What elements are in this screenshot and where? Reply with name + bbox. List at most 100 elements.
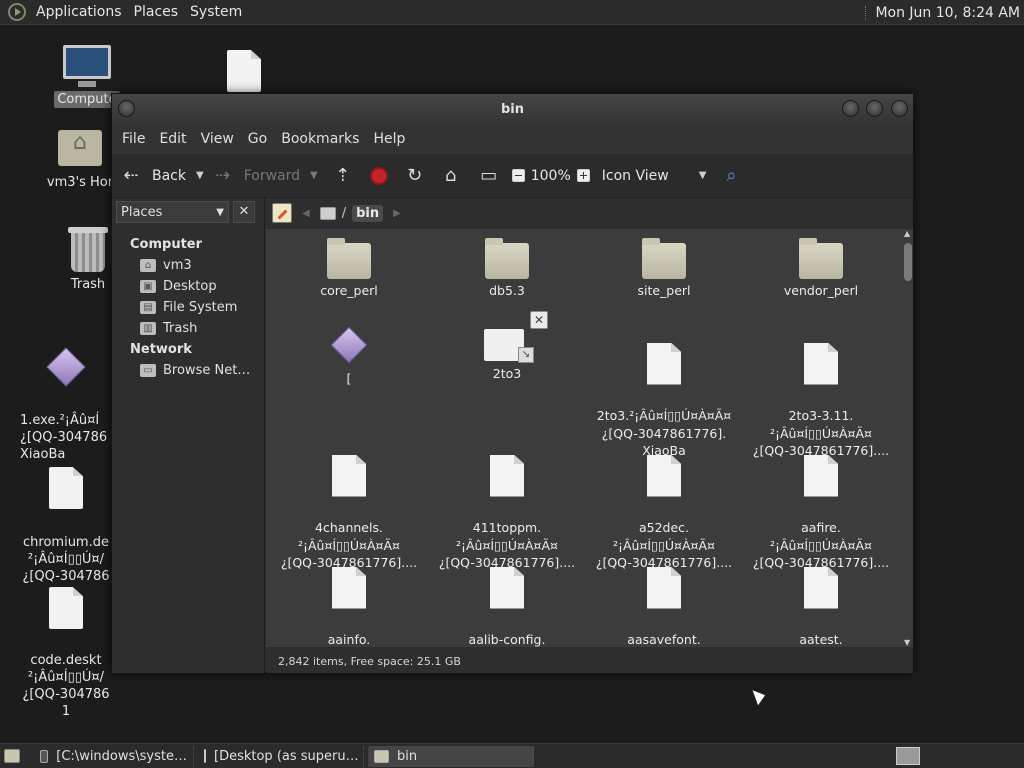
taskbar-item-terminal[interactable]: [C:\windows\syste… — [34, 745, 194, 767]
sidebar-item-desktop[interactable]: ▣ Desktop — [112, 276, 264, 297]
zoom-in-button[interactable] — [571, 154, 596, 197]
home-folder-icon: ⌂ — [140, 259, 156, 272]
taskbar-item-bin[interactable]: bin — [368, 745, 534, 767]
file-item[interactable]: core_perl — [274, 235, 424, 300]
stop-button[interactable] — [354, 154, 398, 197]
file-item[interactable]: [ — [274, 325, 424, 388]
desktop-icon-home[interactable]: vm3's Hor — [46, 130, 114, 191]
vertical-scrollbar[interactable]: ▲ ▼ — [903, 229, 913, 647]
file-icon — [49, 467, 83, 509]
file-item-label: [ — [346, 371, 352, 386]
desktop-icon-code[interactable]: code.deskt ²¡Âû¤Í▯▯Ú¤/ ¿[QQ-304786​1 — [20, 570, 112, 737]
bottom-panel: [C:\windows\syste… [Desktop (as superu… … — [0, 743, 1024, 768]
menu-help[interactable]: Help — [366, 131, 412, 147]
up-button[interactable]: ⇡ — [326, 154, 354, 197]
side-pane: Places ▼ ✕ Computer ⌂ vm3 ▣ Desktop ▤ File … — [112, 198, 265, 673]
side-pane-selector-label: Places — [121, 204, 163, 220]
menu-edit[interactable]: Edit — [152, 131, 193, 147]
applications-menu[interactable]: Applications — [30, 4, 128, 20]
back-button[interactable]: ⇠ Back — [120, 154, 186, 197]
clock[interactable]: Mon Jun 10, 8:24 AM — [865, 0, 1020, 25]
computer-icon: ▭ — [480, 165, 498, 186]
file-icon — [332, 454, 366, 497]
sidebar-item-file-system[interactable]: ▤ File System — [112, 297, 264, 318]
workspace-switcher[interactable] — [896, 747, 920, 765]
sidebar-item-trash[interactable]: ▥ Trash — [112, 318, 264, 339]
file-item-label: aainfo. ²¡Âû¤Í▯▯Ú¤À¤Ã¤ ¿[QQ-3047861776].… — [327, 632, 371, 647]
close-icon: ✕ — [530, 311, 548, 329]
chevron-down-icon: ▼ — [698, 170, 707, 181]
chevron-down-icon: ▼ — [196, 170, 204, 181]
side-pane-header: Places ▼ ✕ — [112, 198, 264, 226]
panel-separator — [865, 5, 867, 20]
back-history-dropdown[interactable]: ▼ — [186, 154, 212, 197]
icon-view[interactable]: core_perl db5.3 site_perl vendor_perl [ … — [266, 229, 913, 647]
file-item[interactable]: db5.3 — [432, 235, 582, 300]
top-menu: Applications Places System — [0, 0, 248, 24]
system-menu[interactable]: System — [184, 4, 248, 20]
close-button[interactable] — [891, 100, 908, 117]
window-titlebar[interactable]: bin — [112, 94, 913, 124]
forward-history-dropdown[interactable]: ▼ — [300, 154, 326, 197]
file-item[interactable]: ✕ ↘ 2to3 — [432, 311, 582, 383]
terminal-icon — [40, 749, 49, 763]
up-arrow-icon: ⇡ — [335, 165, 351, 186]
path-crumb-current[interactable]: bin — [352, 204, 384, 222]
menu-file[interactable]: File — [115, 131, 152, 147]
root-folder-icon[interactable] — [319, 206, 336, 220]
home-icon: ⌂ — [445, 165, 457, 186]
menu-view[interactable]: View — [194, 131, 241, 147]
reload-button[interactable]: ↻ — [398, 154, 426, 197]
file-item[interactable]: aalib-config. ²¡Âû¤Í▯▯Ú¤À¤Ã¤ ¿[QQ-304786… — [432, 549, 582, 647]
toggle-location-entry-button[interactable] — [272, 203, 292, 223]
maximize-button[interactable] — [866, 100, 883, 117]
minimize-button[interactable] — [842, 100, 859, 117]
trash-icon: ▥ — [140, 322, 156, 335]
sidebar-item-label: Desktop — [163, 279, 217, 294]
search-button[interactable]: ⌕ — [714, 154, 742, 197]
file-item[interactable]: aasavefont. ²¡Âû¤Í▯▯Ú¤À¤Ã¤ ¿[QQ-30478617… — [589, 549, 739, 647]
file-item-label: core_perl — [320, 283, 378, 298]
forward-arrow-icon: ⇢ — [215, 165, 231, 186]
folder-icon — [799, 238, 843, 279]
side-pane-close-button[interactable]: ✕ — [233, 201, 255, 223]
desktop-icon-label: code.deskt ²¡Âû¤Í▯▯Ú¤/ ¿[QQ-304786​1 — [22, 653, 110, 719]
places-menu[interactable]: Places — [128, 4, 185, 20]
file-item[interactable]: aatest. ²¡Âû¤Í▯▯Ú¤À¤Ã¤ ¿[QQ-3047861776].… — [746, 549, 896, 647]
computer-button[interactable]: ▭ — [462, 154, 500, 197]
menu-bookmarks[interactable]: Bookmarks — [274, 131, 366, 147]
side-pane-selector[interactable]: Places ▼ — [116, 201, 229, 223]
distro-logo-icon[interactable] — [8, 3, 26, 21]
desktop-icon-file[interactable] — [226, 50, 262, 92]
file-item-label: 2to3 — [492, 366, 522, 381]
file-item[interactable]: site_perl — [589, 235, 739, 300]
sidebar-item-browse-network[interactable]: ▭ Browse Net… — [112, 360, 264, 381]
scroll-down-icon[interactable]: ▼ — [904, 638, 910, 647]
menu-go[interactable]: Go — [241, 131, 274, 147]
reload-icon: ↻ — [407, 165, 423, 186]
taskbar-item-label: bin — [397, 748, 418, 764]
forward-button[interactable]: ⇢ Forward — [212, 154, 300, 197]
folder-icon — [327, 238, 371, 279]
view-mode-select[interactable]: Icon View ▼ — [596, 154, 715, 197]
zoom-level-text: 100% — [530, 167, 571, 184]
file-item-label: site_perl — [637, 283, 691, 298]
path-scroll-left-icon[interactable]: ◀ — [302, 208, 310, 219]
show-desktop-icon[interactable] — [4, 749, 20, 763]
path-scroll-right-icon[interactable]: ▶ — [393, 208, 401, 219]
taskbar-item-desktop[interactable]: [Desktop (as superu… — [198, 745, 364, 767]
file-item[interactable]: aainfo. ²¡Âû¤Í▯▯Ú¤À¤Ã¤ ¿[QQ-3047861776].… — [274, 549, 424, 647]
scrollbar-thumb[interactable] — [904, 243, 912, 281]
file-item[interactable]: vendor_perl — [746, 235, 896, 300]
sidebar-item-vm3[interactable]: ⌂ vm3 — [112, 255, 264, 276]
folder-icon — [642, 238, 686, 279]
zoom-out-button[interactable] — [500, 154, 531, 197]
window-menu-button[interactable] — [118, 100, 135, 117]
network-icon: ▭ — [140, 364, 156, 377]
sidebar-item-label: vm3 — [163, 258, 192, 273]
scroll-up-icon[interactable]: ▲ — [904, 229, 910, 238]
desktop-icon-trash[interactable]: Trash — [58, 227, 118, 293]
view-mode-label: Icon View — [601, 167, 669, 184]
home-button[interactable]: ⌂ — [426, 154, 462, 197]
diamond-icon — [46, 347, 86, 387]
